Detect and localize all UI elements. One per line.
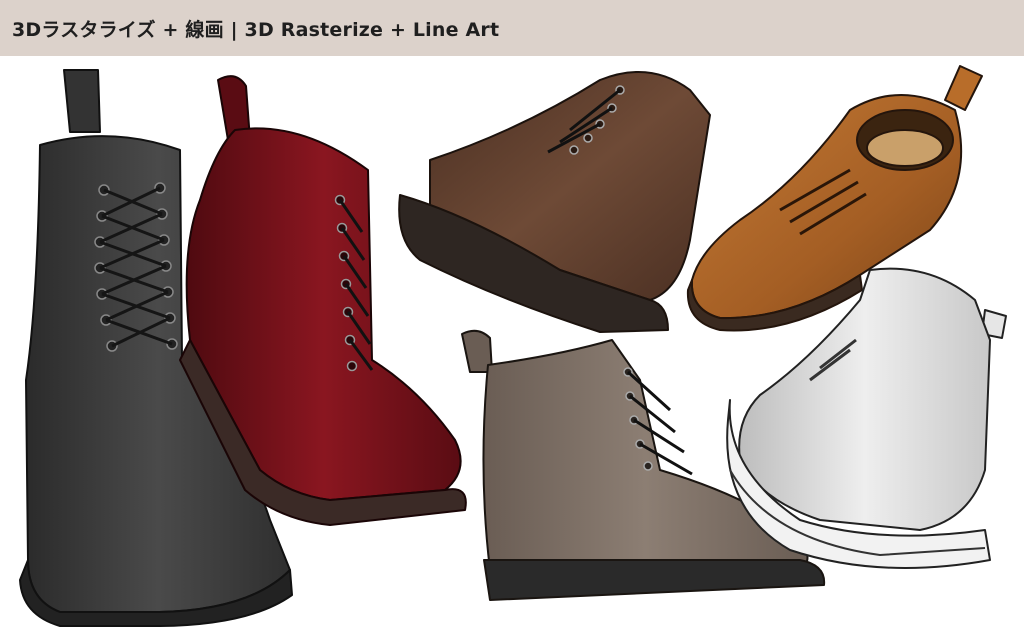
dark-brown-boot <box>398 71 711 333</box>
title-bar: 3Dラスタライズ + 線画 | 3D Rasterize + Line Art <box>0 0 1024 56</box>
illustration-canvas <box>0 56 1024 630</box>
boots-illustration <box>19 65 1007 627</box>
page-title: 3Dラスタライズ + 線画 | 3D Rasterize + Line Art <box>12 18 500 41</box>
